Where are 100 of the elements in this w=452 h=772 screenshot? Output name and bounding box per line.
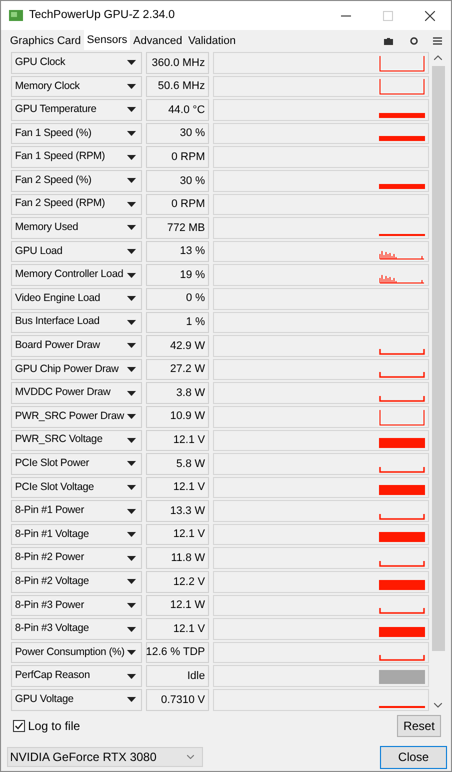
caret-icon [127,225,136,230]
sensor-value: 13 % [146,240,209,262]
graph-trace [379,438,426,448]
sensor-selector[interactable]: Video Engine Load [11,288,142,310]
graph-trace [379,706,426,708]
sensor-selector[interactable]: GPU Temperature [11,99,142,121]
reset-button[interactable]: Reset [397,714,441,737]
sensor-value: 13.3 W [146,500,209,522]
sensor-selector[interactable]: MVDDC Power Draw [11,382,142,404]
graph-trace [379,514,425,520]
caret-icon [127,154,136,160]
gpu-dropdown[interactable]: NVIDIA GeForce RTX 3080 [7,747,203,768]
sensor-selector[interactable]: Memory Clock [11,76,142,98]
sensor-name: GPU Clock [15,54,66,70]
caret-icon [127,107,136,112]
graph-trace [379,561,425,567]
sensor-selector[interactable]: Fan 2 Speed (%) [11,170,142,192]
sensor-selector[interactable]: 8-Pin #1 Voltage [11,524,142,546]
sensor-name: PWR_SRC Power Draw [15,408,124,424]
graph-trace [379,580,426,590]
tab[interactable]: Validation [185,32,239,50]
graph-trace [379,466,425,472]
caret-icon [127,272,136,278]
sensor-selector[interactable]: PCIe Slot Voltage [11,476,142,498]
sensor-value: 12.1 V [146,524,209,546]
graph-trace [379,184,426,189]
sensor-value: 3.8 W [146,382,209,404]
sensor-selector[interactable]: Bus Interface Load [11,312,142,334]
camera-icon[interactable] [384,38,393,45]
sensor-name: PWR_SRC Voltage [15,432,102,448]
graph-trace [380,274,425,284]
caret-icon [127,296,136,302]
sensor-name: Power Consumption (%) [15,644,125,660]
sensor-value: 0 RPM [146,194,209,216]
graph-trace [379,112,426,118]
sensor-value: 360.0 MHz [146,52,209,74]
sensor-selector[interactable]: Power Consumption (%) [11,642,142,664]
tab[interactable]: Sensors [84,30,130,50]
tab[interactable]: Advanced [130,32,186,50]
caret-icon [127,131,136,136]
sensor-value: 5.8 W [146,453,209,475]
sensor-selector[interactable]: 8-Pin #1 Power [11,500,142,522]
sensor-selector[interactable]: GPU Clock [11,52,142,74]
sensor-name: 8-Pin #1 Voltage [15,526,89,542]
caret-icon [127,626,136,632]
sensor-value: 30 % [146,170,209,192]
caret-icon [127,390,136,396]
sensor-selector[interactable]: GPU Voltage [11,689,142,711]
sensor-name: 8-Pin #2 Power [15,550,84,566]
refresh-icon[interactable] [410,37,418,45]
scroll-up-icon[interactable] [434,55,442,60]
sensor-name: Memory Controller Load [15,267,124,282]
caret-icon [127,461,136,466]
close-button[interactable]: Close [380,746,447,769]
sensor-value: 12.1 W [146,594,209,616]
sensor-selector[interactable]: Fan 1 Speed (RPM) [11,146,142,168]
sensor-selector[interactable]: 8-Pin #2 Voltage [11,571,142,593]
sensor-name: GPU Voltage [15,692,74,707]
sensor-selector[interactable]: 8-Pin #3 Power [11,594,142,616]
graph-trace [379,608,425,614]
graph-trace [379,372,425,378]
graph-trace [380,55,425,72]
close-icon[interactable] [425,10,435,20]
sensor-selector[interactable]: GPU Chip Power Draw [11,358,142,380]
caret-icon [127,579,136,584]
sensor-selector[interactable]: 8-Pin #3 Voltage [11,618,142,640]
sensor-value: 0 RPM [146,146,209,168]
caret-icon [127,202,136,207]
graphics-card-icon [9,10,23,21]
sensor-value: 0 % [146,288,209,310]
log-checkbox[interactable] [13,720,25,732]
sensor-selector[interactable]: Memory Controller Load [11,264,142,286]
sensor-name: GPU Temperature [15,102,96,118]
graph-trace [379,485,426,496]
sensor-value: 11.8 W [146,547,209,570]
checkbox-label: Log to file [28,718,80,735]
sensor-selector[interactable]: PWR_SRC Voltage [11,430,142,452]
graph-trace [379,532,426,542]
scroll-down-icon[interactable] [434,702,442,708]
sensor-name: Board Power Draw [15,338,100,354]
caret-icon [127,367,136,372]
sensor-name: 8-Pin #3 Voltage [15,621,89,636]
sensor-value: 772 MB [146,217,209,239]
sensor-value: 12.2 V [146,571,209,593]
sensor-selector[interactable]: Fan 2 Speed (RPM) [11,194,142,216]
menu-icon[interactable] [433,37,442,45]
graph-trace [380,409,425,425]
tab[interactable]: Graphics Card [7,32,84,50]
sensor-selector[interactable]: Board Power Draw [11,335,142,357]
sensor-selector[interactable]: GPU Load [11,240,142,262]
graph-trace [379,655,425,662]
sensor-selector[interactable]: PWR_SRC Power Draw [11,406,142,428]
sensor-name: MVDDC Power Draw [15,385,110,400]
sensor-selector[interactable]: PerfCap Reason [11,665,142,688]
sensor-value: 12.6 % TDP [146,642,209,664]
sensor-selector[interactable]: 8-Pin #2 Power [11,547,142,570]
sensor-selector[interactable]: PCIe Slot Power [11,453,142,475]
sensor-selector[interactable]: Fan 1 Speed (%) [11,122,142,144]
sensor-name: Bus Interface Load [15,314,100,330]
sensor-selector[interactable]: Memory Used [11,217,142,239]
